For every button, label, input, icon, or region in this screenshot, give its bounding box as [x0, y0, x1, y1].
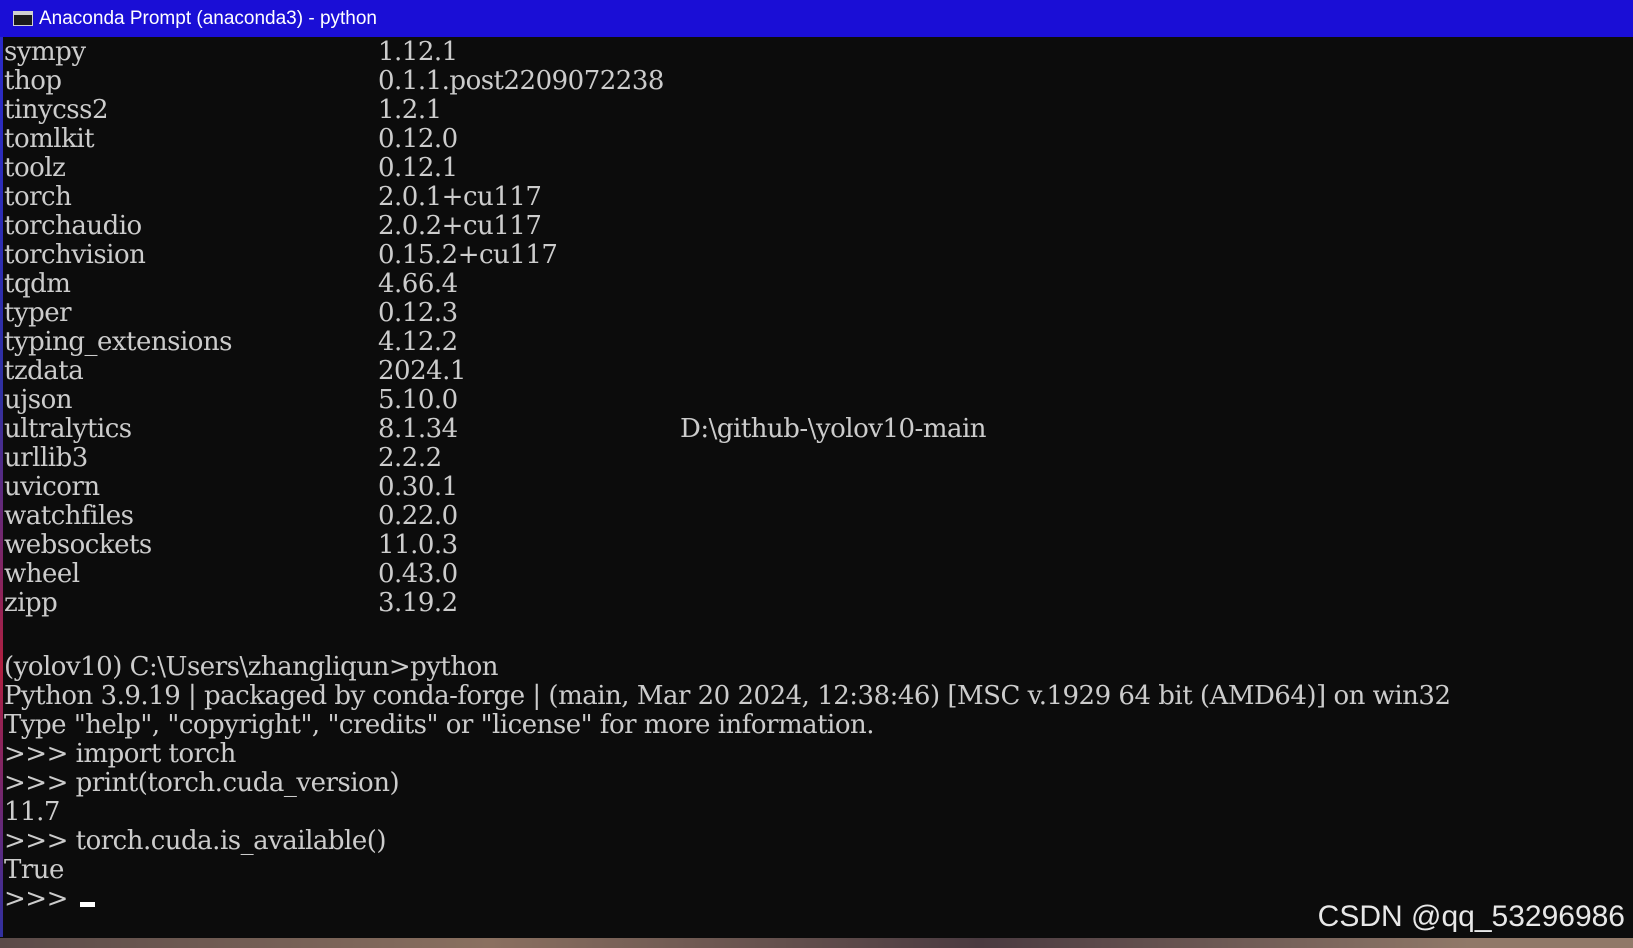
is-available-command-line: >>> torch.cuda.is_available(): [4, 826, 387, 856]
package-row: torchvision 0.15.2+cu117: [4, 241, 1624, 270]
prompt-command-line: (yolov10) C:\Users\zhangliqun>python: [4, 652, 499, 682]
package-name: watchfiles: [4, 501, 134, 531]
package-row: typing_extensions 4.12.2: [4, 328, 1624, 357]
package-version: 2.0.2+cu117: [378, 211, 542, 241]
package-version: 0.30.1: [378, 472, 458, 502]
package-row: ujson 5.10.0: [4, 386, 1624, 415]
package-version: 8.1.34: [378, 414, 458, 444]
package-version: 4.12.2: [378, 327, 458, 357]
package-row: sympy 1.12.1: [4, 38, 1624, 67]
package-name: tinycss2: [4, 95, 109, 125]
package-name: uvicorn: [4, 472, 100, 502]
package-name: tqdm: [4, 269, 71, 299]
text-cursor: [79, 902, 95, 907]
package-version: 3.19.2: [378, 588, 458, 618]
package-version: 1.2.1: [378, 95, 442, 125]
package-row: tzdata 2024.1: [4, 357, 1624, 386]
package-name: typer: [4, 298, 72, 328]
print-command-line: >>> print(torch.cuda_version): [4, 768, 400, 798]
package-row: uvicorn 0.30.1: [4, 473, 1624, 502]
package-row: zipp 3.19.2: [4, 589, 1624, 618]
package-row: ultralytics 8.1.34 D:\github-\yolov10-main: [4, 415, 1624, 444]
help-hint-line: Type "help", "copyright", "credits" or "…: [4, 710, 875, 740]
window-left-edge: [0, 37, 3, 937]
python-banner-line: Python 3.9.19 | packaged by conda-forge …: [4, 681, 1451, 711]
package-name: wheel: [4, 559, 80, 589]
title-bar[interactable]: Anaconda Prompt (anaconda3) - python: [0, 0, 1633, 37]
package-row: tqdm 4.66.4: [4, 270, 1624, 299]
package-row: wheel 0.43.0: [4, 560, 1624, 589]
import-command-line: >>> import torch: [4, 739, 236, 769]
package-row: urllib3 2.2.2: [4, 444, 1624, 473]
package-version: 0.12.1: [378, 153, 458, 183]
package-name: websockets: [4, 530, 152, 560]
package-name: torch: [4, 182, 72, 212]
package-row: watchfiles 0.22.0: [4, 502, 1624, 531]
watermark: CSDN @qq_53296986: [1317, 900, 1625, 933]
package-name: urllib3: [4, 443, 88, 473]
package-location: D:\github-\yolov10-main: [680, 414, 987, 444]
package-row: tomlkit 0.12.0: [4, 125, 1624, 154]
package-name: zipp: [4, 588, 58, 618]
package-name: ujson: [4, 385, 73, 415]
is-available-output-line: True: [4, 855, 64, 885]
package-row: torch 2.0.1+cu117: [4, 183, 1624, 212]
package-name: toolz: [4, 153, 66, 183]
current-prompt-line[interactable]: >>>: [4, 885, 95, 914]
console-app-icon: [13, 11, 33, 26]
package-version: 11.0.3: [378, 530, 458, 560]
package-version: 2.0.1+cu117: [378, 182, 542, 212]
console-output[interactable]: sympy 1.12.1 thop 0.1.1.post2209072238 tinyc…: [4, 38, 1629, 938]
package-name: thop: [4, 66, 62, 96]
print-output-line: 11.7: [4, 797, 60, 827]
window-title: Anaconda Prompt (anaconda3) - python: [39, 7, 377, 29]
package-row: tinycss2 1.2.1: [4, 96, 1624, 125]
package-name: ultralytics: [4, 414, 132, 444]
terminal-window: Anaconda Prompt (anaconda3) - python sym…: [0, 0, 1633, 948]
package-version: 4.66.4: [378, 269, 458, 299]
package-version: 1.12.1: [378, 37, 458, 67]
package-row: toolz 0.12.1: [4, 154, 1624, 183]
package-row: typer 0.12.3: [4, 299, 1624, 328]
package-name: sympy: [4, 37, 86, 67]
package-version: 5.10.0: [378, 385, 458, 415]
package-version: 0.43.0: [378, 559, 458, 589]
package-version: 0.1.1.post2209072238: [378, 66, 664, 96]
package-name: typing_extensions: [4, 327, 233, 357]
current-prompt: >>>: [4, 884, 76, 914]
package-row: thop 0.1.1.post2209072238: [4, 67, 1624, 96]
package-name: tzdata: [4, 356, 84, 386]
package-version: 0.12.0: [378, 124, 458, 154]
package-name: torchaudio: [4, 211, 142, 241]
package-name: tomlkit: [4, 124, 95, 154]
package-version: 0.12.3: [378, 298, 458, 328]
package-row: torchaudio 2.0.2+cu117: [4, 212, 1624, 241]
package-name: torchvision: [4, 240, 146, 270]
desktop-strip: [0, 938, 1633, 948]
package-version: 2024.1: [378, 356, 466, 386]
package-version: 2.2.2: [378, 443, 442, 473]
package-version: 0.15.2+cu117: [378, 240, 558, 270]
package-version: 0.22.0: [378, 501, 458, 531]
package-row: websockets 11.0.3: [4, 531, 1624, 560]
